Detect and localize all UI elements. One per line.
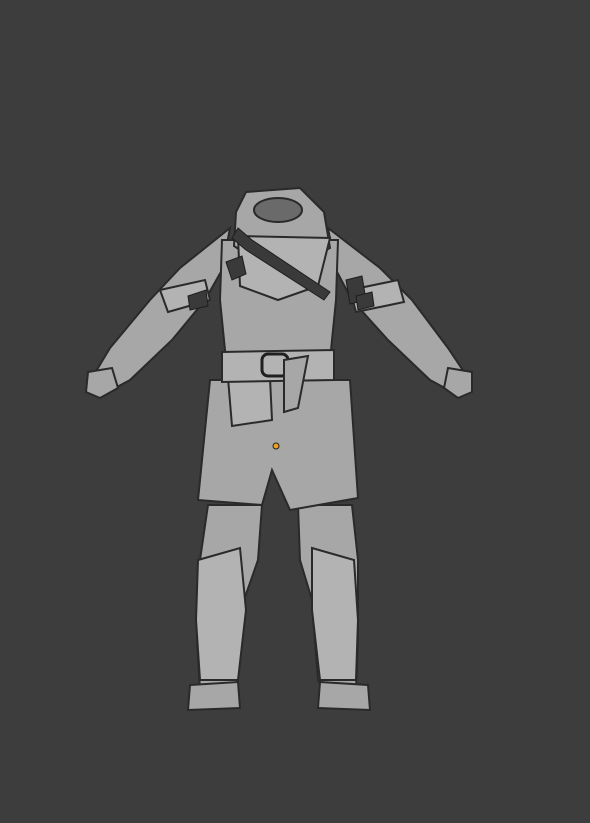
left-arm bbox=[84, 225, 232, 400]
origin-point-icon[interactable] bbox=[272, 442, 280, 450]
hood-opening bbox=[253, 197, 303, 223]
right-arm bbox=[326, 225, 473, 400]
belt-pouch bbox=[226, 377, 274, 428]
right-greave bbox=[311, 546, 360, 681]
armor-mesh-model[interactable] bbox=[0, 0, 590, 823]
left-greave bbox=[194, 546, 248, 681]
3d-viewport[interactable] bbox=[0, 0, 590, 823]
